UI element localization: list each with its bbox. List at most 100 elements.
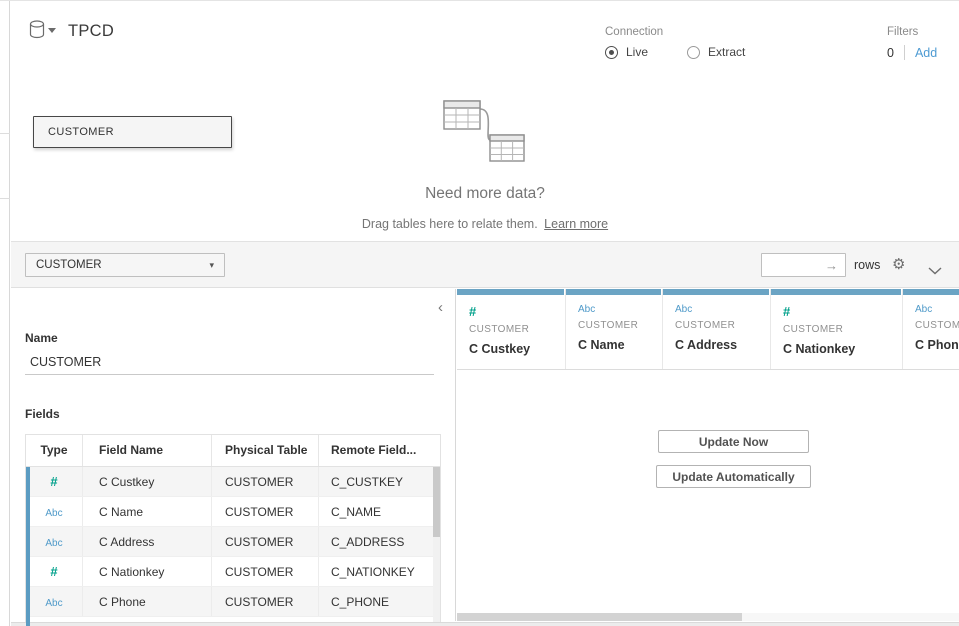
data-grid-header-row: #CUSTOMERC CustkeyAbcCUSTOMERC NameAbcCU… bbox=[457, 289, 959, 370]
filters-add-link[interactable]: Add bbox=[915, 46, 937, 60]
string-type-icon[interactable]: Abc bbox=[45, 538, 62, 549]
number-type-icon[interactable]: # bbox=[50, 564, 57, 579]
relationship-canvas: TPCD Connection Live Extract Filters 0 A… bbox=[11, 1, 959, 241]
collapse-panel-icon[interactable]: ‹ bbox=[438, 301, 443, 315]
grid-column-table-label: CUSTOMER bbox=[578, 320, 662, 331]
main-area: ‹ Name CUSTOMER Fields TypeField NamePhy… bbox=[11, 289, 959, 621]
table-select-value: CUSTOMER bbox=[36, 259, 102, 271]
database-cylinder-icon bbox=[28, 19, 48, 41]
radio-extract[interactable]: Extract bbox=[687, 45, 745, 59]
filters-count: 0 bbox=[887, 46, 894, 60]
grid-column-header[interactable]: AbcCUSTOMERC Phone bbox=[903, 289, 959, 369]
filters-divider bbox=[904, 45, 905, 60]
datasource-title: TPCD bbox=[68, 22, 114, 41]
fields-label: Fields bbox=[25, 407, 60, 421]
settings-gear-icon[interactable]: ⚙ bbox=[892, 255, 905, 275]
field-type-cell: # bbox=[26, 467, 83, 496]
learn-more-link[interactable]: Learn more bbox=[544, 217, 608, 231]
number-type-icon[interactable]: # bbox=[50, 474, 57, 489]
grid-column-header[interactable]: AbcCUSTOMERC Name bbox=[566, 289, 663, 369]
tableau-datasource-page: TPCD Connection Live Extract Filters 0 A… bbox=[0, 0, 959, 626]
fields-table-scrollbar[interactable] bbox=[433, 467, 440, 626]
drag-tables-hint: Drag tables here to relate them. bbox=[362, 217, 538, 231]
remote-field-cell: C_NAME bbox=[319, 497, 434, 526]
physical-table-cell: CUSTOMER bbox=[212, 527, 319, 556]
rows-label: rows bbox=[854, 258, 880, 272]
row-count-input[interactable]: → bbox=[761, 253, 846, 277]
grid-horizontal-scrollbar-thumb[interactable] bbox=[457, 613, 742, 621]
name-label: Name bbox=[25, 331, 58, 345]
fields-column-header: Field Name bbox=[83, 435, 212, 466]
field-type-cell: Abc bbox=[26, 527, 83, 556]
field-type-cell: # bbox=[26, 557, 83, 586]
logical-table-pill[interactable]: CUSTOMER bbox=[33, 116, 232, 148]
radio-extract-label: Extract bbox=[708, 45, 745, 59]
grid-column-table-label: CUSTOMER bbox=[783, 324, 902, 335]
radio-live-button-icon[interactable] bbox=[605, 46, 618, 59]
physical-table-cell: CUSTOMER bbox=[212, 557, 319, 586]
rail-divider bbox=[0, 198, 10, 199]
connection-options: Live Extract bbox=[605, 45, 745, 59]
grid-horizontal-scrollbar[interactable] bbox=[457, 613, 959, 621]
grid-column-header[interactable]: AbcCUSTOMERC Address bbox=[663, 289, 771, 369]
fields-table-row[interactable]: AbcC AddressCUSTOMERC_ADDRESS bbox=[26, 527, 440, 557]
remote-field-cell: C_NATIONKEY bbox=[319, 557, 434, 586]
collapse-grid-chevron-icon[interactable] bbox=[928, 262, 942, 280]
physical-table-cell: CUSTOMER bbox=[212, 467, 319, 496]
fields-table-scrollbar-thumb[interactable] bbox=[433, 467, 440, 537]
update-now-button[interactable]: Update Now bbox=[658, 430, 809, 453]
remote-field-cell: C_ADDRESS bbox=[319, 527, 434, 556]
update-automatically-button[interactable]: Update Automatically bbox=[656, 465, 811, 488]
database-icon[interactable] bbox=[28, 19, 58, 43]
logical-table-pill-label: CUSTOMER bbox=[48, 126, 114, 138]
grid-column-header[interactable]: #CUSTOMERC Custkey bbox=[457, 289, 566, 369]
radio-extract-button-icon[interactable] bbox=[687, 46, 700, 59]
filters-label: Filters bbox=[887, 26, 937, 38]
data-grid-body: Update Now Update Automatically bbox=[457, 370, 959, 607]
column-accent-strip bbox=[663, 289, 769, 295]
column-accent-strip bbox=[903, 289, 959, 295]
fields-table-body: #C CustkeyCUSTOMERC_CUSTKEYAbcC NameCUST… bbox=[26, 467, 440, 626]
fields-table-row[interactable]: # C CustkeyCUSTOMERC_CUSTKEY bbox=[26, 467, 440, 497]
data-grid: #CUSTOMERC CustkeyAbcCUSTOMERC NameAbcCU… bbox=[457, 289, 959, 621]
grid-column-field-label: C Name bbox=[578, 338, 662, 352]
table-name-input[interactable]: CUSTOMER bbox=[25, 349, 434, 375]
rail-divider bbox=[0, 133, 10, 134]
remote-field-cell: C_PHONE bbox=[319, 587, 434, 616]
relate-tables-illustration-icon bbox=[440, 93, 532, 172]
grid-column-field-label: C Custkey bbox=[469, 342, 565, 356]
radio-live-label: Live bbox=[626, 45, 648, 59]
table-select-dropdown[interactable]: CUSTOMER ▾ bbox=[25, 253, 225, 277]
table-details-panel: ‹ Name CUSTOMER Fields TypeField NamePhy… bbox=[11, 289, 456, 621]
connection-section: Connection Live Extract bbox=[605, 26, 745, 59]
bottom-status-strip bbox=[11, 622, 959, 626]
remote-field-cell: C_CUSTKEY bbox=[319, 467, 434, 496]
left-rail bbox=[0, 1, 10, 626]
empty-state-subtext: Drag tables here to relate them. Learn m… bbox=[11, 217, 959, 231]
column-accent-strip bbox=[566, 289, 661, 295]
fields-table-row[interactable]: AbcC PhoneCUSTOMERC_PHONE bbox=[26, 587, 440, 617]
field-name-cell: C Custkey bbox=[83, 467, 212, 496]
fields-table-header: TypeField NamePhysical TableRemote Field… bbox=[26, 435, 440, 467]
physical-table-cell: CUSTOMER bbox=[212, 497, 319, 526]
go-arrow-icon[interactable]: → bbox=[825, 255, 838, 277]
empty-state-title: Need more data? bbox=[11, 185, 959, 203]
field-type-cell: Abc bbox=[26, 587, 83, 616]
field-type-cell: Abc bbox=[26, 497, 83, 526]
grid-column-field-label: C Nationkey bbox=[783, 342, 902, 356]
fields-table-row[interactable]: # C NationkeyCUSTOMERC_NATIONKEY bbox=[26, 557, 440, 587]
string-type-icon[interactable]: Abc bbox=[45, 508, 62, 519]
number-type-icon: # bbox=[469, 304, 565, 319]
fields-column-header: Remote Field... bbox=[319, 435, 434, 466]
radio-live[interactable]: Live bbox=[605, 45, 648, 59]
grid-column-field-label: C Address bbox=[675, 338, 770, 352]
column-accent-strip bbox=[771, 289, 901, 295]
field-name-cell: C Name bbox=[83, 497, 212, 526]
fields-table-row[interactable]: Abc C NameCUSTOMERC_NAME bbox=[26, 497, 440, 527]
string-type-icon[interactable]: Abc bbox=[45, 598, 62, 609]
fields-column-header: Physical Table bbox=[212, 435, 319, 466]
column-accent-strip bbox=[457, 289, 564, 295]
field-name-cell: C Nationkey bbox=[83, 557, 212, 586]
grid-column-header[interactable]: #CUSTOMERC Nationkey bbox=[771, 289, 903, 369]
field-name-cell: C Phone bbox=[83, 587, 212, 616]
